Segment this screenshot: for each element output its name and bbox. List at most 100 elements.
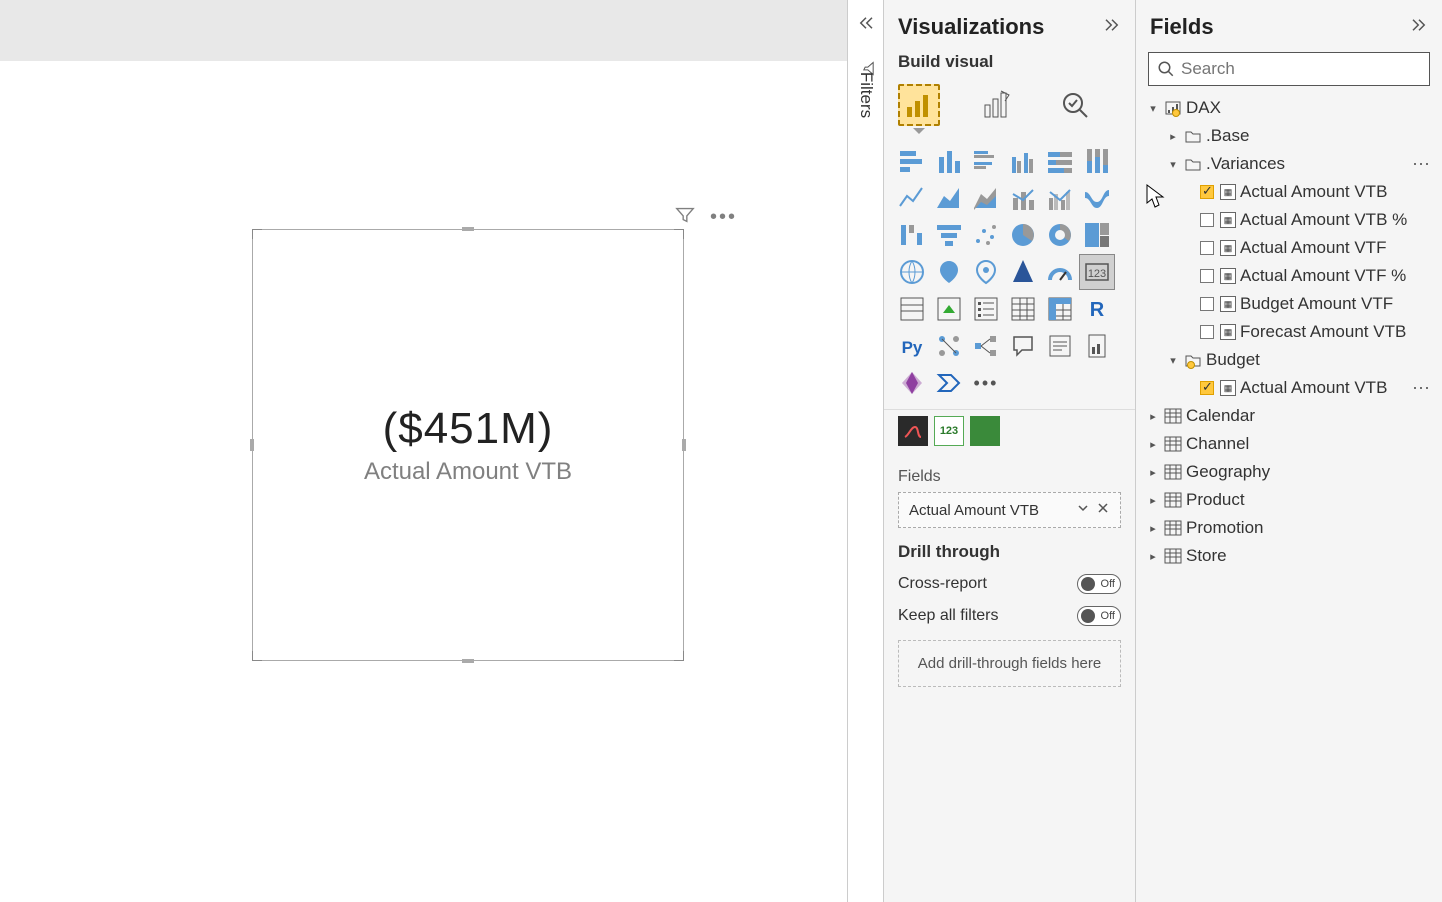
filters-pane-collapsed[interactable]: Filters [847,0,883,902]
resize-handle[interactable] [682,439,686,451]
checkbox[interactable] [1200,381,1214,395]
folder-variances[interactable]: ▾ .Variances [1140,150,1438,178]
area-chart-icon[interactable] [931,180,967,216]
build-tab[interactable] [898,84,940,126]
key-influencers-icon[interactable] [931,328,967,364]
kpi-icon[interactable] [931,291,967,327]
folder-icon [1184,156,1202,172]
format-tab[interactable] [976,84,1018,126]
scatter-chart-icon[interactable] [968,217,1004,253]
clustered-bar-icon[interactable] [968,143,1004,179]
card-icon[interactable]: 123 [1079,254,1115,290]
custom-visual-3[interactable] [970,416,1000,446]
arcgis-map-icon[interactable] [1005,254,1041,290]
line-clustered-icon[interactable] [1042,180,1078,216]
resize-handle[interactable] [252,229,262,239]
folder-budget[interactable]: ▾ Budget [1140,346,1438,374]
checkbox[interactable] [1200,241,1214,255]
filter-icon[interactable] [674,204,696,231]
get-more-visuals-icon[interactable]: ••• [968,365,1004,401]
keep-filters-toggle[interactable]: Off [1077,606,1121,626]
cross-report-toggle[interactable]: Off [1077,574,1121,594]
resize-handle[interactable] [250,439,254,451]
stacked-area-icon[interactable] [968,180,1004,216]
resize-handle[interactable] [674,651,684,661]
r-visual-icon[interactable]: R [1079,291,1115,327]
field-item[interactable]: ▦Actual Amount VTB % [1140,206,1438,234]
python-visual-icon[interactable]: Py [894,328,930,364]
table-channel[interactable]: ▸Channel [1140,430,1438,458]
field-item[interactable]: ▦Forecast Amount VTB [1140,318,1438,346]
paginated-report-icon[interactable] [1079,328,1115,364]
custom-visual-2[interactable]: 123 [934,416,964,446]
line-chart-icon[interactable] [894,180,930,216]
stacked-column-icon[interactable] [931,143,967,179]
qa-visual-icon[interactable] [1005,328,1041,364]
folder-base[interactable]: ▸ .Base [1140,122,1438,150]
hundred-bar-icon[interactable] [1042,143,1078,179]
chevron-down-icon[interactable] [1076,501,1090,519]
resize-handle[interactable] [462,227,474,231]
filled-map-icon[interactable] [931,254,967,290]
table-geography[interactable]: ▸Geography [1140,458,1438,486]
table-icon [1164,436,1182,452]
table-store[interactable]: ▸Store [1140,542,1438,570]
matrix-icon[interactable] [1042,291,1078,327]
field-item[interactable]: ▦Actual Amount VTF [1140,234,1438,262]
field-item[interactable]: ▦Budget Amount VTF [1140,290,1438,318]
more-icon[interactable]: ••• [710,206,737,229]
stacked-bar-icon[interactable] [894,143,930,179]
donut-chart-icon[interactable] [1042,217,1078,253]
decomposition-tree-icon[interactable] [968,328,1004,364]
report-canvas[interactable]: ••• ($451M) Actual Amount VTB [0,0,847,902]
search-box[interactable] [1148,52,1430,86]
azure-map-icon[interactable] [968,254,1004,290]
treemap-icon[interactable] [1079,217,1115,253]
analytics-tab[interactable] [1054,84,1096,126]
checkbox[interactable] [1200,185,1214,199]
power-automate-icon[interactable] [931,365,967,401]
table-dax[interactable]: ▾ DAX [1140,94,1438,122]
drill-through-drop-area[interactable]: Add drill-through fields here [898,640,1121,687]
waterfall-icon[interactable] [894,217,930,253]
field-item[interactable]: ▦Actual Amount VTB [1140,374,1438,402]
funnel-chart-icon[interactable] [931,217,967,253]
table-icon[interactable] [1005,291,1041,327]
multi-row-card-icon[interactable] [894,291,930,327]
pie-chart-icon[interactable] [1005,217,1041,253]
table-promotion[interactable]: ▸Promotion [1140,514,1438,542]
expand-right-icon[interactable] [1410,16,1428,39]
chevron-down-icon: ▾ [1166,354,1180,367]
fields-pane: Fields ▾ DAX ▸ .Base ▾ .Variances ▦Actua… [1135,0,1442,902]
table-product[interactable]: ▸Product [1140,486,1438,514]
ribbon-chart-icon[interactable] [1079,180,1115,216]
hundred-column-icon[interactable] [1079,143,1115,179]
checkbox[interactable] [1200,325,1214,339]
power-apps-icon[interactable] [894,365,930,401]
resize-handle[interactable] [252,651,262,661]
resize-handle[interactable] [462,659,474,663]
checkbox[interactable] [1200,269,1214,283]
field-item[interactable]: ▦Actual Amount VTB [1140,178,1438,206]
collapse-left-icon[interactable] [857,14,875,37]
custom-visual-1[interactable] [898,416,928,446]
clustered-column-icon[interactable] [1005,143,1041,179]
search-input[interactable] [1181,59,1421,79]
checkbox[interactable] [1200,213,1214,227]
table-calendar[interactable]: ▸Calendar [1140,402,1438,430]
smart-narrative-icon[interactable] [1042,328,1078,364]
field-well[interactable]: Actual Amount VTB [898,492,1121,528]
line-column-icon[interactable] [1005,180,1041,216]
card-visual[interactable]: ($451M) Actual Amount VTB [252,229,684,661]
remove-field-icon[interactable] [1096,501,1110,519]
gauge-icon[interactable] [1042,254,1078,290]
field-item[interactable]: ▦Actual Amount VTF % [1140,262,1438,290]
slicer-icon[interactable] [968,291,1004,327]
expand-right-icon[interactable] [1103,16,1121,39]
fields-title: Fields [1150,14,1214,40]
resize-handle[interactable] [674,229,684,239]
table-icon [1164,464,1182,480]
map-icon[interactable] [894,254,930,290]
drill-through-label: Drill through [884,528,1135,568]
checkbox[interactable] [1200,297,1214,311]
